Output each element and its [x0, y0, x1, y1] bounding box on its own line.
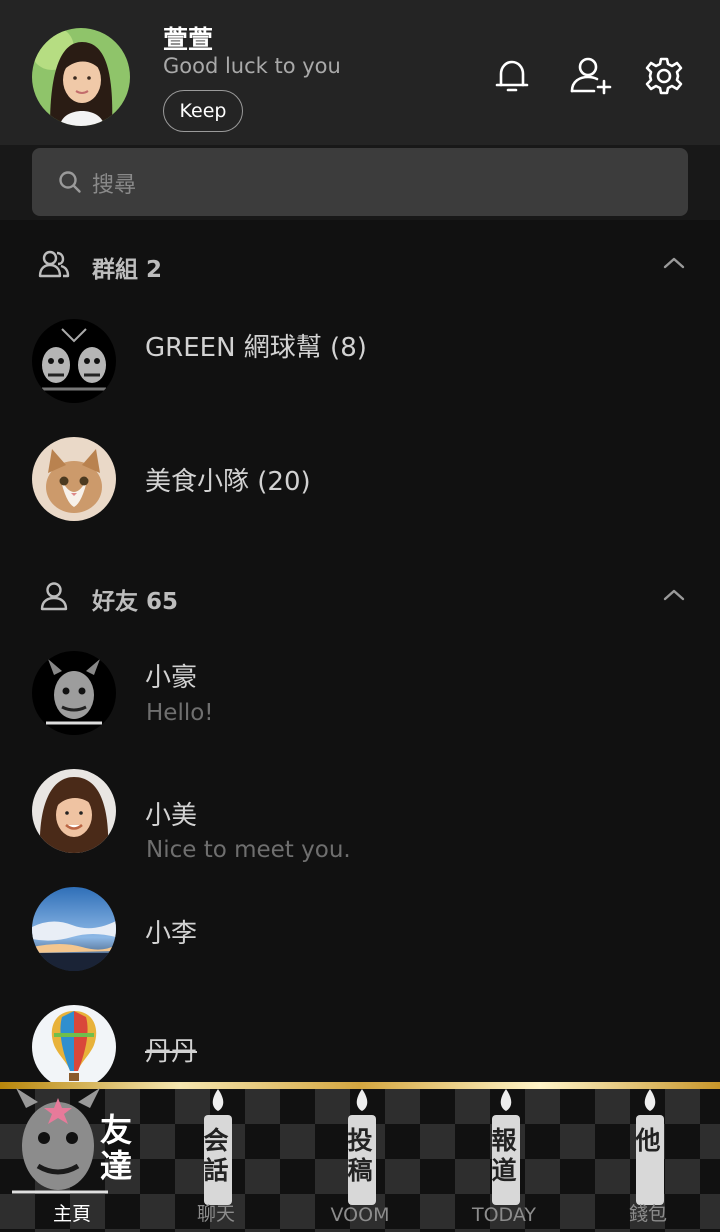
search-icon [58, 170, 82, 194]
friend-status: Hello! [146, 700, 214, 726]
group-list-item[interactable]: GREEN 網球幫 (8) [0, 311, 720, 411]
tab-home-label: 主頁 [52, 1203, 91, 1225]
friend-avatar [32, 1005, 116, 1089]
tab-home-glyph: 友達 [99, 1111, 132, 1185]
tab-today-glyph: 報道 [491, 1126, 517, 1185]
tab-voom-label: VOOM [330, 1204, 390, 1226]
friend-avatar [32, 887, 116, 971]
friends-section-header[interactable]: 好友 65 [0, 568, 720, 628]
profile-status-message[interactable]: Good luck to you [163, 54, 341, 78]
tab-today-label: TODAY [472, 1204, 536, 1226]
tab-today[interactable]: 報道 TODAY [432, 1082, 576, 1232]
tab-home[interactable]: 友達 主頁 [0, 1082, 144, 1232]
friends-section-label: 好友 65 [92, 589, 179, 615]
groups-section-header[interactable]: 群組 2 [0, 236, 720, 296]
friend-icon [38, 580, 70, 612]
group-name: 美食小隊 (20) [145, 467, 311, 497]
tab-voom[interactable]: 投稿 VOOM [288, 1082, 432, 1232]
friend-list-item[interactable]: 小豪 Hello! [0, 643, 720, 743]
tab-wallet-glyph: 他 [635, 1126, 661, 1155]
add-friend-icon[interactable] [568, 54, 612, 98]
bottom-tab-bar: 友達 主頁 会話 聊天 投稿 VOOM 報道 TODAY 他 錢包 [0, 1082, 720, 1232]
friend-list-item[interactable]: 小李 [0, 879, 720, 979]
keep-button[interactable]: Keep [163, 90, 243, 132]
tab-wallet-label: 錢包 [628, 1203, 667, 1225]
bell-icon[interactable] [490, 54, 534, 98]
group-list-item[interactable]: 美食小隊 (20) [0, 429, 720, 529]
group-avatar [32, 437, 116, 521]
profile-avatar[interactable] [32, 28, 130, 126]
chevron-up-icon[interactable] [662, 586, 686, 604]
friend-name: 小美 [145, 801, 198, 831]
groups-section-label: 群組 2 [92, 257, 163, 283]
settings-icon[interactable] [642, 54, 686, 98]
friend-avatar [32, 651, 116, 735]
friend-avatar [32, 769, 116, 853]
tab-wallet[interactable]: 他 錢包 [576, 1082, 720, 1232]
tab-chat-glyph: 会話 [203, 1126, 229, 1185]
search-area: 搜尋 [0, 145, 720, 220]
oni-mask-icon [12, 1088, 108, 1194]
profile-header: 萱萱 Good luck to you Keep [0, 0, 720, 145]
chevron-up-icon[interactable] [662, 254, 686, 272]
friend-name: 小李 [145, 919, 198, 949]
friend-name: 小豪 [145, 663, 198, 693]
search-input[interactable]: 搜尋 [32, 148, 688, 216]
group-name: GREEN 網球幫 (8) [145, 333, 367, 363]
tab-chat[interactable]: 会話 聊天 [144, 1082, 288, 1232]
profile-name: 萱萱 [163, 25, 214, 54]
friend-status: Nice to meet you. [146, 837, 351, 863]
tab-voom-glyph: 投稿 [347, 1126, 373, 1185]
group-icon [38, 248, 70, 280]
friend-list-item[interactable]: 小美 Nice to meet you. [0, 761, 720, 863]
search-placeholder: 搜尋 [92, 173, 137, 198]
tab-chat-label: 聊天 [196, 1203, 235, 1225]
friend-name: 丹丹 [145, 1037, 198, 1067]
group-avatar [32, 319, 116, 403]
